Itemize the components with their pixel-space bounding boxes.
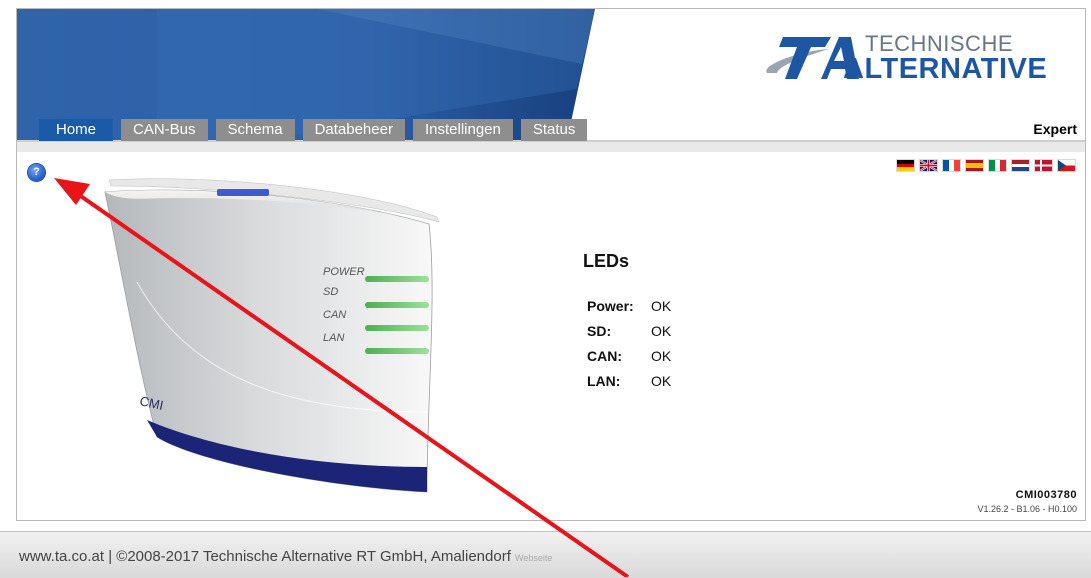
tab-home[interactable]: Home bbox=[39, 119, 114, 141]
flag-uk-icon[interactable] bbox=[920, 160, 937, 171]
led-row-can: CAN: OK bbox=[587, 348, 671, 373]
flag-italy-icon[interactable] bbox=[989, 160, 1006, 171]
led-value: OK bbox=[651, 298, 672, 314]
tab-schema[interactable]: Schema bbox=[215, 119, 295, 141]
led-value: OK bbox=[651, 348, 672, 364]
led-label: LAN: bbox=[587, 373, 621, 389]
flag-czech-icon[interactable] bbox=[1058, 160, 1075, 171]
footer-copyright: www.ta.co.at | ©2008-2017 Technische Alt… bbox=[19, 548, 552, 565]
device-serial: CMI003780 bbox=[1015, 489, 1077, 501]
footer: www.ta.co.at | ©2008-2017 Technische Alt… bbox=[0, 531, 1091, 578]
tab-instellingen[interactable]: Instellingen bbox=[412, 119, 513, 141]
main-frame: TECHNISCHE ALTERNATIVE Home CAN-Bus Sche… bbox=[16, 8, 1086, 521]
led-row-lan: LAN: OK bbox=[587, 373, 671, 398]
flag-spain-icon[interactable] bbox=[966, 160, 983, 171]
tab-can-bus[interactable]: CAN-Bus bbox=[121, 119, 208, 141]
led-label: SD: bbox=[587, 323, 612, 339]
cmi-device-image: POWER SD CAN LAN CMI bbox=[104, 178, 440, 493]
led-label: CAN: bbox=[587, 348, 622, 364]
flag-germany-icon[interactable] bbox=[897, 160, 914, 171]
language-flags bbox=[897, 160, 1075, 171]
led-label: Power: bbox=[587, 298, 634, 314]
led-value: OK bbox=[651, 373, 672, 389]
footer-ghost-text: Webseite bbox=[515, 553, 553, 563]
device-label-power: POWER bbox=[323, 266, 365, 278]
footer-text: www.ta.co.at | ©2008-2017 Technische Alt… bbox=[19, 548, 511, 565]
led-row-sd: SD: OK bbox=[587, 323, 671, 348]
firmware-version: V1.26.2 - B1.06 - H0.100 bbox=[977, 504, 1077, 514]
main-nav: Home CAN-Bus Schema Databeheer Instellin… bbox=[39, 119, 595, 141]
header-separator bbox=[17, 141, 1085, 152]
header: TECHNISCHE ALTERNATIVE Home CAN-Bus Sche… bbox=[17, 9, 1085, 141]
device-label-can: CAN bbox=[323, 309, 346, 321]
tab-databeheer[interactable]: Databeheer bbox=[302, 119, 405, 141]
led-status-table: Power: OK SD: OK CAN: OK LAN: OK bbox=[587, 298, 671, 398]
flag-denmark-icon[interactable] bbox=[1035, 160, 1052, 171]
device-label-sd: SD bbox=[323, 286, 338, 298]
flag-france-icon[interactable] bbox=[943, 160, 960, 171]
leds-title: LEDs bbox=[583, 251, 630, 271]
device-label-lan: LAN bbox=[323, 332, 344, 344]
led-row-power: Power: OK bbox=[587, 298, 671, 323]
led-value: OK bbox=[651, 323, 672, 339]
brand-line2: ALTERNATIVE bbox=[843, 53, 1048, 85]
tab-status[interactable]: Status bbox=[520, 119, 588, 141]
content-area: ? POWER SD CAN LAN CMI LEDs Power: OK SD… bbox=[17, 152, 1085, 520]
expert-mode-link[interactable]: Expert bbox=[1033, 121, 1077, 137]
flag-netherlands-icon[interactable] bbox=[1012, 160, 1029, 171]
help-icon[interactable]: ? bbox=[28, 164, 45, 181]
